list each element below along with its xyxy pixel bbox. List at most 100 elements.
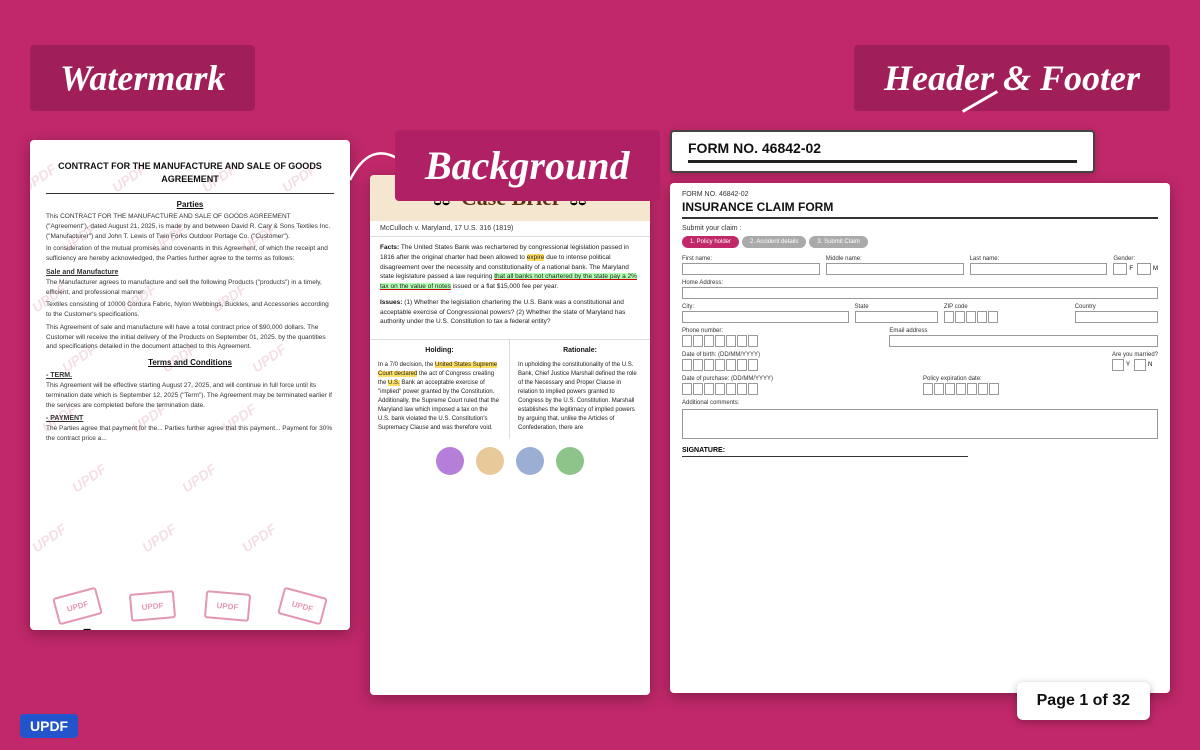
city-input[interactable] — [682, 311, 849, 323]
consideration-text: In consideration of the mutual promises … — [46, 244, 334, 264]
term-label: - TERM. — [46, 372, 334, 379]
swatch-blue[interactable] — [516, 447, 544, 475]
swatch-peach[interactable] — [476, 447, 504, 475]
zip-box-5[interactable] — [988, 311, 998, 323]
brief-rationale: Rationale: In upholding the constitution… — [510, 340, 650, 439]
stamp-2: UPDF — [129, 590, 176, 622]
married-n-box[interactable] — [1134, 359, 1146, 371]
contract-document: UPDF UPDF UPDF UPDF UPDF UPDF UPDF UPDF … — [30, 140, 350, 630]
form-no-banner: FORM NO. 46842-02 — [670, 130, 1095, 173]
dob-box-1[interactable] — [682, 359, 692, 371]
updf-logo[interactable]: UPDF — [20, 714, 78, 738]
phone-box-2[interactable] — [693, 335, 703, 347]
married-n-label: N — [1148, 362, 1152, 368]
step-2[interactable]: 2. Accident details — [742, 236, 806, 248]
home-address-input[interactable] — [682, 287, 1158, 299]
sale-heading: Sale and Manufacture — [46, 269, 334, 276]
form-no-banner-label: FORM NO. 46842-02 — [688, 140, 1077, 156]
phone-box-1[interactable] — [682, 335, 692, 347]
pexp-box-1[interactable] — [923, 383, 933, 395]
contract-title: CONTRACT FOR THE MANUFACTURE AND SALE OF… — [46, 160, 334, 185]
pexp-box-6[interactable] — [978, 383, 988, 395]
dob-box-4[interactable] — [715, 359, 725, 371]
pdate-box-1[interactable] — [682, 383, 692, 395]
phone-box-3[interactable] — [704, 335, 714, 347]
issues-text: (1) Whether the legislation chartering t… — [380, 299, 625, 326]
phone-box-7[interactable] — [748, 335, 758, 347]
dates-row: Date of purchase: (DD/MM/YYYY) Poli — [682, 376, 1158, 395]
rationale-label: Rationale: — [518, 346, 642, 357]
submit-label: Submit your claim : — [682, 225, 1158, 232]
swatch-green[interactable] — [556, 447, 584, 475]
gender-f-box[interactable] — [1113, 263, 1127, 275]
cursor: ↖ — [80, 621, 100, 630]
home-address-label: Home Address: — [682, 280, 1158, 286]
pexp-box-2[interactable] — [934, 383, 944, 395]
phone-box-4[interactable] — [715, 335, 725, 347]
first-name-input[interactable] — [682, 263, 820, 275]
dob-box-5[interactable] — [726, 359, 736, 371]
pdate-box-3[interactable] — [704, 383, 714, 395]
pexp-box-4[interactable] — [956, 383, 966, 395]
zip-box-1[interactable] — [944, 311, 954, 323]
middle-name-label: Middle name: — [826, 256, 964, 262]
zip-box-3[interactable] — [966, 311, 976, 323]
married-field: Are you married? Y N — [1112, 352, 1158, 371]
zip-label: ZIP code — [944, 304, 1069, 310]
pdate-box-7[interactable] — [748, 383, 758, 395]
brief-issues-section: Issues: (1) Whether the legislation char… — [380, 298, 640, 327]
step-3[interactable]: 3. Submit Claim — [809, 236, 867, 248]
comments-input[interactable] — [682, 409, 1158, 439]
facts-text: The United States Bank was rechartered b… — [380, 244, 637, 290]
pexp-box-7[interactable] — [989, 383, 999, 395]
married-y-box[interactable] — [1112, 359, 1124, 371]
documents-container: UPDF UPDF UPDF UPDF UPDF UPDF UPDF UPDF … — [30, 120, 1170, 720]
dob-box-7[interactable] — [748, 359, 758, 371]
zip-box-2[interactable] — [955, 311, 965, 323]
stamp-1: UPDF — [52, 587, 103, 626]
watermark-banner: Watermark — [30, 45, 255, 111]
pexp-box-5[interactable] — [967, 383, 977, 395]
pdate-box-5[interactable] — [726, 383, 736, 395]
dob-box-6[interactable] — [737, 359, 747, 371]
pdate-box-4[interactable] — [715, 383, 725, 395]
comments-field: Additional comments: — [682, 400, 1158, 439]
first-name-label: First name: — [682, 256, 820, 262]
phone-box-6[interactable] — [737, 335, 747, 347]
signature-line[interactable] — [682, 456, 968, 457]
background-banner-label: Background — [425, 143, 630, 188]
zip-field: ZIP code — [944, 304, 1069, 323]
dob-box-3[interactable] — [704, 359, 714, 371]
pdate-box-6[interactable] — [737, 383, 747, 395]
phone-box-5[interactable] — [726, 335, 736, 347]
insurance-form-document: FORM NO. 46842-02 INSURANCE CLAIM FORM S… — [670, 183, 1170, 693]
married-y-label: Y — [1126, 362, 1130, 368]
middle-name-input[interactable] — [826, 263, 964, 275]
city-field: City: — [682, 304, 849, 323]
stamp-3: UPDF — [204, 590, 251, 622]
header-footer-banner: Header & Footer — [854, 45, 1170, 111]
purchase-date-field: Date of purchase: (DD/MM/YYYY) — [682, 376, 917, 395]
pexp-box-3[interactable] — [945, 383, 955, 395]
pdate-box-2[interactable] — [693, 383, 703, 395]
facts-label: Facts: — [380, 244, 399, 251]
country-input[interactable] — [1075, 311, 1158, 323]
gender-m-box[interactable] — [1137, 263, 1151, 275]
sale-text: The Manufacturer agrees to manufacture a… — [46, 278, 334, 298]
zip-box-4[interactable] — [977, 311, 987, 323]
last-name-field: Last name: — [970, 256, 1108, 275]
dob-box-2[interactable] — [693, 359, 703, 371]
state-input[interactable] — [855, 311, 938, 323]
email-input[interactable] — [889, 335, 1158, 347]
form-outer: FORM NO. 46842-02 FORM NO. 46842-02 INSU… — [670, 130, 1170, 693]
last-name-input[interactable] — [970, 263, 1108, 275]
brief-document: ⚖ Case Brief ⚖ McCulloch v. Maryland, 17… — [370, 175, 650, 695]
step-1[interactable]: 1. Policy holder — [682, 236, 739, 248]
stamp-4: UPDF — [277, 587, 328, 626]
swatch-purple[interactable] — [436, 447, 464, 475]
page-counter: Page 1 of 32 — [1017, 682, 1150, 720]
phone-field: Phone number: — [682, 328, 883, 347]
home-address-field: Home Address: — [682, 280, 1158, 299]
purchase-date-label: Date of purchase: (DD/MM/YYYY) — [682, 376, 917, 382]
dob-married-row: Date of birth: (DD/MM/YYYY) Are you — [682, 352, 1158, 371]
